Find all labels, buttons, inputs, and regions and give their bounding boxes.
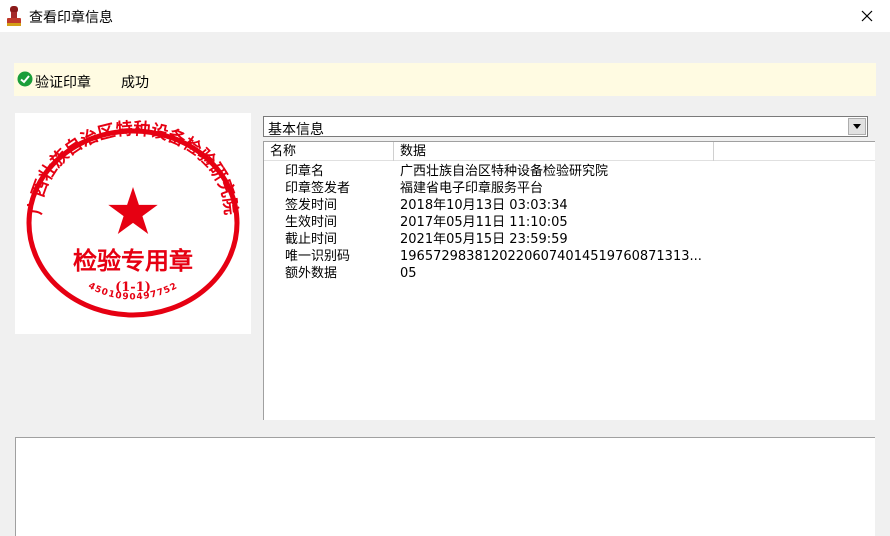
row-value: 196572983812022060740145197608713​13... [400, 249, 702, 264]
table-row[interactable]: 印章名 广西壮族自治区特种设备检验研究院 [264, 163, 875, 180]
row-name: 额外数据 [285, 266, 338, 281]
row-name: 生效时间 [285, 215, 338, 230]
table-row[interactable]: 签发时间 2018年10月13日 03:03:34 [264, 197, 875, 214]
detail-text-area[interactable] [15, 437, 875, 536]
row-name: 印章名 [285, 164, 325, 179]
column-header-value[interactable]: 数据 [394, 142, 714, 161]
list-header: 名称 数据 [264, 142, 875, 161]
row-name: 签发时间 [285, 198, 338, 213]
table-row[interactable]: 印章签发者 福建省电子印章服务平台 [264, 180, 875, 197]
table-row[interactable]: 截止时间 2021年05月15日 23:59:59 [264, 231, 875, 248]
window-title: 查看印章信息 [29, 10, 113, 26]
seal-image: 广西壮族自治区特种设备检验研究院 检验专用章 (1-1) 45010904977… [25, 118, 241, 318]
row-value: 05 [400, 266, 417, 281]
info-list[interactable]: 名称 数据 印章名 广西壮族自治区特种设备检验研究院印章签发者 福建省电子印章服务平… [263, 141, 875, 420]
info-type-selected: 基本信息 [268, 122, 324, 138]
column-header-name[interactable]: 名称 [264, 142, 394, 161]
check-success-icon [17, 71, 33, 87]
verify-label: 验证印章 [35, 75, 91, 91]
seal-app-icon [7, 6, 21, 26]
row-name: 唯一识别码 [285, 249, 351, 264]
info-type-select[interactable]: 基本信息 [263, 116, 868, 138]
row-name: 印章签发者 [285, 181, 351, 196]
title-bar: 查看印章信息 [0, 0, 890, 32]
row-value: 广西壮族自治区特种设备检验研究院 [400, 164, 609, 179]
table-row[interactable]: 生效时间 2017年05月11日 11:10:05 [264, 214, 875, 231]
dropdown-button[interactable] [848, 118, 866, 135]
seal-image-panel: 广西壮族自治区特种设备检验研究院 检验专用章 (1-1) 45010904977… [15, 113, 251, 334]
row-value: 福建省电子印章服务平台 [400, 181, 544, 196]
verify-result: 成功 [121, 75, 149, 91]
seal-center-text: 检验专用章 [73, 246, 193, 275]
close-button[interactable] [844, 0, 890, 32]
row-name: 截止时间 [285, 232, 338, 247]
row-value: 2021年05月15日 23:59:59 [400, 232, 568, 247]
table-row[interactable]: 唯一识别码 196572983812022060740145197608713​1… [264, 248, 875, 265]
row-value: 2018年10月13日 03:03:34 [400, 198, 568, 213]
close-icon [861, 10, 873, 22]
seal-star [108, 187, 158, 234]
verify-status-bar: 验证印章 成功 [14, 63, 876, 96]
row-value: 2017年05月11日 11:10:05 [400, 215, 568, 230]
chevron-down-icon [853, 124, 861, 129]
table-row[interactable]: 额外数据 05 [264, 265, 875, 282]
